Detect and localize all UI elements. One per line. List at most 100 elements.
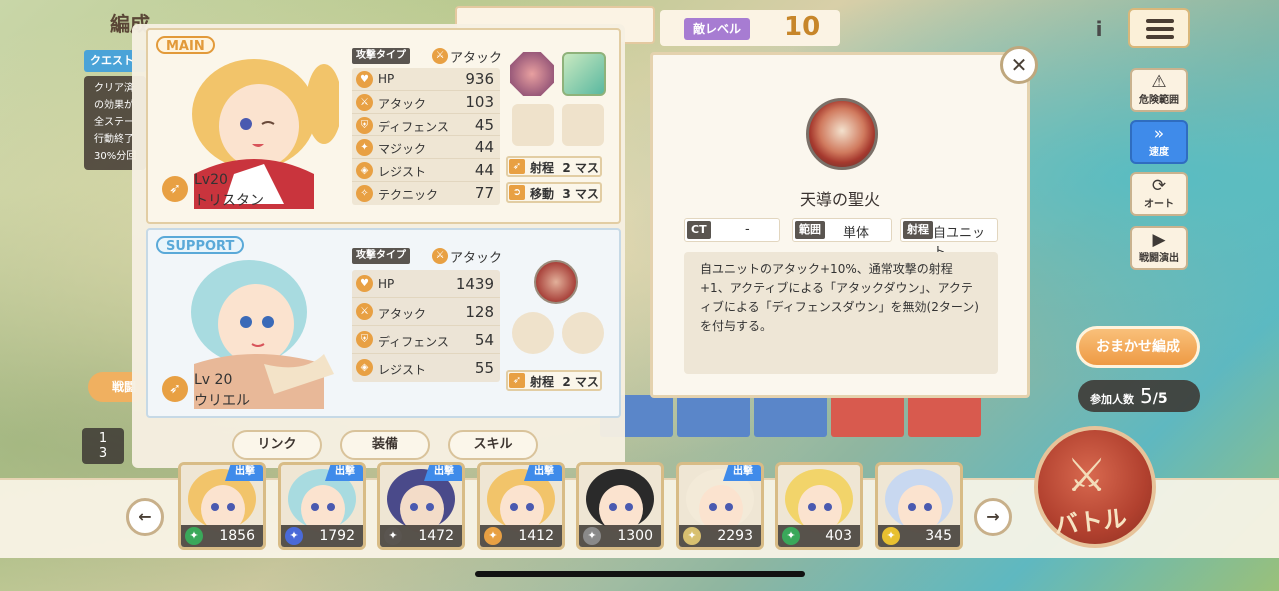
resist-icon: ◈	[356, 359, 373, 376]
roster-card[interactable]: 1856 ✦ 出撃	[178, 462, 266, 550]
empty-slot[interactable]	[562, 312, 604, 354]
range-chip: ➶ 射程 2 マス	[506, 156, 602, 177]
technique-icon: ✧	[356, 184, 373, 202]
sword-icon: ⚔	[356, 93, 373, 111]
speed-button[interactable]: » 速度	[1130, 120, 1188, 164]
roster-card[interactable]: 1472 ✦ 出撃	[377, 462, 465, 550]
range-icon: ➶	[509, 159, 525, 174]
attack-type-value: アタック	[450, 51, 503, 66]
element-icon: ✦	[285, 527, 303, 545]
range-info-chip: 射程 自ユニット	[900, 218, 998, 260]
element-icon: ✦	[782, 527, 800, 545]
equipment-slot[interactable]	[562, 52, 606, 96]
roster-card[interactable]: 345 ✦	[875, 462, 963, 550]
page-indicator: 1 3	[82, 428, 124, 464]
menu-icon	[1146, 19, 1174, 23]
attack-type-label: 攻撃タイプ	[352, 48, 410, 64]
stat-row: ♥ HP 1439	[352, 270, 500, 298]
shield-icon: ⛨	[356, 331, 373, 348]
unit-name: トリスタン	[194, 193, 264, 209]
stat-row: ✧ テクニック 77	[352, 182, 500, 205]
page-current: 1	[98, 431, 108, 446]
element-icon: ✦	[185, 527, 203, 545]
grid-tile	[754, 395, 827, 437]
close-icon[interactable]: ✕	[1000, 46, 1038, 84]
bow-icon: ➶	[162, 376, 188, 402]
battle-effects-button[interactable]: ▶ 戦闘演出	[1130, 226, 1188, 270]
range-chip: ➶ 射程 2 マス	[506, 370, 602, 391]
participants-count: 参加人数 5/5	[1078, 380, 1200, 412]
roster-card[interactable]: 403 ✦	[775, 462, 863, 550]
element-icon: ✦	[583, 527, 601, 545]
sortie-badge: 出撃	[723, 465, 761, 481]
bow-icon: ➶	[162, 176, 188, 202]
auto-button[interactable]: ⟳ オート	[1130, 172, 1188, 216]
grid-tile	[677, 395, 750, 437]
grid-tile	[831, 395, 904, 437]
play-icon: ▶	[1152, 230, 1166, 250]
battle-button[interactable]: ⚔ バトル	[1034, 426, 1156, 548]
support-stats-table: ♥ HP 1439 ⚔ アタック 128 ⛨ ディフェンス 54 ◈ レジスト 55	[352, 270, 500, 382]
roster-card[interactable]: 1792 ✦ 出撃	[278, 462, 366, 550]
support-skill-gem[interactable]	[534, 260, 578, 304]
enemy-level-value: 10	[784, 12, 821, 42]
unit-name: ウリエル	[194, 393, 250, 409]
stat-row: ⛨ ディフェンス 54	[352, 326, 500, 354]
next-arrow-icon[interactable]: →	[974, 498, 1012, 536]
warning-icon: ⚠	[1151, 72, 1167, 92]
sword-icon: ⚔	[356, 303, 373, 320]
info-icon[interactable]: i	[1084, 14, 1114, 44]
element-icon: ✦	[384, 527, 402, 545]
empty-slot[interactable]	[562, 104, 604, 146]
refresh-icon: ⟳	[1151, 176, 1167, 196]
link-skill-gem[interactable]	[510, 52, 554, 96]
resist-icon: ◈	[356, 162, 373, 180]
skill-name: 天導の聖火	[799, 190, 880, 209]
roster-card[interactable]: 2293 ✦ 出撃	[676, 462, 764, 550]
tab-equipment[interactable]: 装備	[340, 430, 430, 460]
skill-description: 自ユニットのアタック+10%、通常攻撃の射程+1、アクティブによる「アタックダウ…	[684, 252, 998, 374]
grid-tile	[908, 395, 981, 437]
range-icon: ➶	[509, 373, 525, 388]
move-chip: ➲ 移動 3 マス	[506, 182, 602, 203]
heart-icon: ♥	[356, 71, 373, 88]
main-unit-block[interactable]: MAIN ➶ Lv20 トリスタン 攻撃タイプ ⚔ アタック ♥ HP 936 ⚔ ア…	[146, 28, 621, 224]
empty-slot[interactable]	[512, 312, 554, 354]
unit-level: Lv 20	[194, 372, 233, 388]
fast-forward-icon: »	[1153, 124, 1165, 144]
element-icon: ✦	[882, 527, 900, 545]
menu-button[interactable]	[1128, 8, 1190, 48]
skill-icon	[806, 98, 878, 170]
heart-icon: ♥	[356, 275, 373, 292]
stat-row: ◈ レジスト 44	[352, 159, 500, 182]
main-unit-portrait	[192, 59, 339, 209]
danger-range-button[interactable]: ⚠ 危険範囲	[1130, 68, 1188, 112]
page-total: 3	[98, 446, 108, 461]
element-icon: ✦	[683, 527, 701, 545]
stat-row: ⚔ アタック 128	[352, 298, 500, 326]
support-unit-block[interactable]: SUPPORT ➶ Lv 20 ウリエル 攻撃タイプ ⚔ アタック ♥ HP 143…	[146, 228, 621, 418]
stat-row: ⛨ ディフェンス 45	[352, 114, 500, 137]
roster-card[interactable]: 1300 ✦	[576, 462, 664, 550]
tab-skill[interactable]: スキル	[448, 430, 538, 460]
support-unit-portrait	[191, 260, 334, 409]
boot-icon: ➲	[509, 185, 525, 200]
prev-arrow-icon[interactable]: ←	[126, 498, 164, 536]
sortie-badge: 出撃	[424, 465, 462, 481]
area-chip: 範囲 単体	[792, 218, 892, 242]
tab-link[interactable]: リンク	[232, 430, 322, 460]
auto-formation-button[interactable]: おまかせ編成	[1076, 326, 1200, 368]
sword-icon: ⚔	[432, 248, 448, 264]
empty-slot[interactable]	[512, 104, 554, 146]
sortie-badge: 出撃	[524, 465, 562, 481]
unit-level: Lv20	[194, 172, 228, 188]
wand-icon: ✦	[356, 139, 373, 157]
roster-card[interactable]: 1412 ✦ 出撃	[477, 462, 565, 550]
ct-chip: CT -	[684, 218, 780, 242]
stat-row: ◈ レジスト 55	[352, 354, 500, 382]
attack-type-value: アタック	[450, 251, 503, 266]
stat-row: ✦ マジック 44	[352, 136, 500, 160]
enemy-level-label: 敵レベル	[684, 18, 750, 40]
crossed-swords-icon: ⚔	[1066, 448, 1108, 502]
sortie-badge: 出撃	[325, 465, 363, 481]
